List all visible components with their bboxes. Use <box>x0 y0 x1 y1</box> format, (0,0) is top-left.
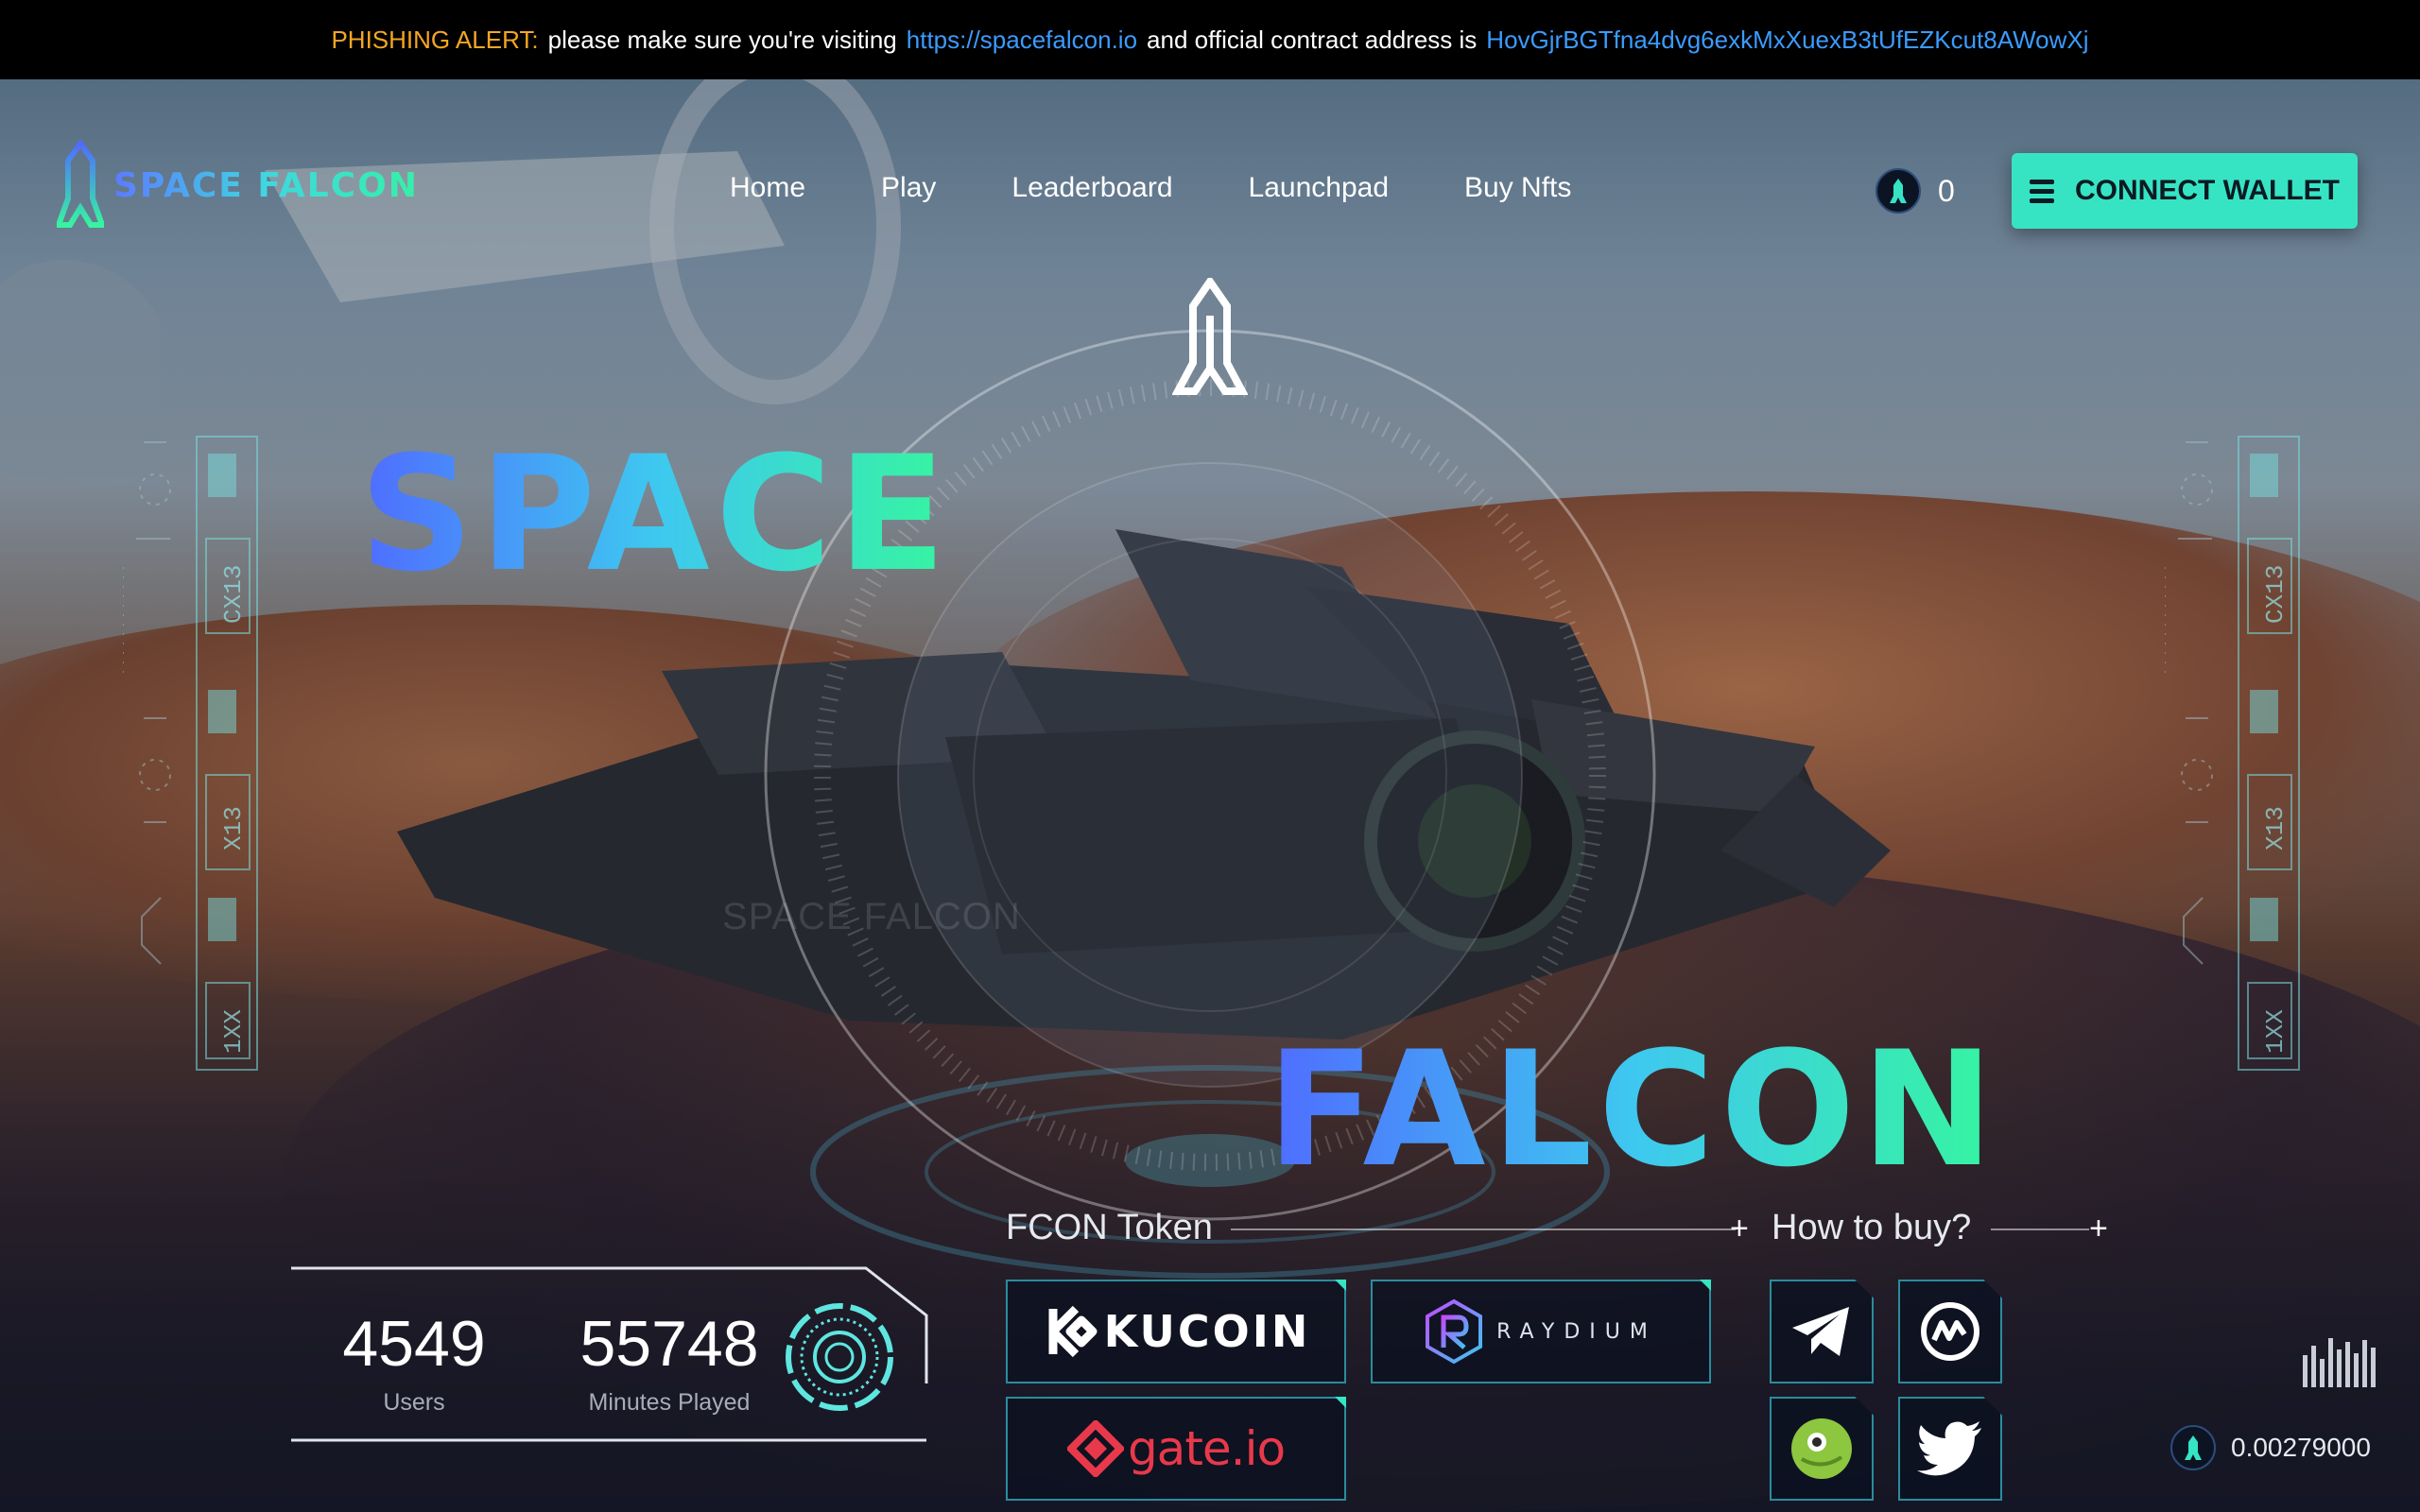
token-balance-value: 0 <box>1938 173 1955 208</box>
hud-label-1xx: 1XX <box>2261 1009 2290 1054</box>
hero-title-falcon: FALCON <box>1267 1017 2000 1202</box>
raydium-label: RAYDIUM <box>1496 1319 1657 1344</box>
plus-icon: + <box>1730 1211 1749 1246</box>
minutes-played-count: 55748 <box>579 1308 759 1380</box>
logo-text: SPACE FALCON <box>113 165 419 205</box>
kucoin-label: KUCOIN <box>1103 1306 1311 1357</box>
connect-wallet-label: CONNECT WALLET <box>2075 175 2340 206</box>
gateio-exchange-button[interactable]: gate.io <box>1006 1397 1346 1501</box>
coingecko-button[interactable] <box>1770 1397 1874 1501</box>
site-logo[interactable]: SPACE FALCON <box>57 140 419 231</box>
wallet-icon <box>2030 179 2054 203</box>
hud-side-panel-right: CX13 X13 1XX <box>2165 436 2300 1071</box>
official-site-link[interactable]: https://spacefalcon.io <box>907 26 1137 55</box>
raydium-exchange-button[interactable]: RAYDIUM <box>1371 1280 1711 1383</box>
fcon-price-value: 0.00279000 <box>2231 1433 2371 1462</box>
alert-text: and official contract address is <box>1147 25 1478 54</box>
hud-label-1xx: 1XX <box>219 1009 248 1054</box>
twitter-button[interactable] <box>1898 1397 2002 1501</box>
alert-label: PHISHING ALERT: <box>331 25 539 54</box>
users-label: Users <box>383 1389 445 1416</box>
hud-side-panel-left: CX13 X13 1XX <box>123 436 258 1071</box>
twitter-icon <box>1917 1421 1981 1476</box>
raydium-logo-icon <box>1426 1298 1483 1365</box>
hud-watermark: SPACE FALCON <box>722 896 1021 937</box>
fcon-price: 0.00279000 <box>2170 1425 2371 1470</box>
falcon-logo-icon <box>57 140 104 228</box>
coinmarketcap-icon <box>1921 1302 1979 1361</box>
token-balance: 0 <box>1876 168 1955 214</box>
nav-play[interactable]: Play <box>881 172 936 204</box>
stats-panel: 4549 Users 55748 Minutes Played <box>291 1266 934 1442</box>
nav-launchpad[interactable]: Launchpad <box>1249 172 1389 204</box>
connect-wallet-button[interactable]: CONNECT WALLET <box>2012 153 2358 229</box>
main-nav: Home Play Leaderboard Launchpad Buy Nfts <box>730 172 1571 204</box>
alert-text: please make sure you're visiting <box>547 25 897 54</box>
kucoin-exchange-button[interactable]: KUCOIN <box>1006 1280 1346 1383</box>
hud-label-x13: X13 <box>219 806 248 850</box>
coinmarketcap-button[interactable] <box>1898 1280 2002 1383</box>
nav-leaderboard[interactable]: Leaderboard <box>1011 172 1172 204</box>
gateio-logo-icon <box>1066 1420 1124 1477</box>
nav-home[interactable]: Home <box>730 172 805 204</box>
fcon-coin-icon <box>2170 1425 2216 1470</box>
hero-title-space: SPACE <box>359 421 952 607</box>
hud-label-cx13: CX13 <box>2261 565 2290 624</box>
fcon-token-title: FCON Token <box>1006 1208 1213 1247</box>
kucoin-logo-icon <box>1048 1305 1098 1358</box>
fcon-coin-icon <box>1876 168 1921 214</box>
gateio-label: gate.io <box>1127 1421 1286 1476</box>
how-to-buy-title[interactable]: How to buy? <box>1772 1208 1971 1248</box>
nav-buy-nfts[interactable]: Buy Nfts <box>1464 172 1571 204</box>
stat-users: 4549 Users <box>338 1310 490 1417</box>
telegram-button[interactable] <box>1770 1280 1874 1383</box>
telegram-icon <box>1792 1307 1849 1356</box>
section-divider <box>1991 1228 2089 1230</box>
section-divider <box>1231 1228 1736 1230</box>
hud-label-cx13: CX13 <box>219 565 248 624</box>
minutes-played-label: Minutes Played <box>588 1389 751 1416</box>
coingecko-icon <box>1791 1418 1852 1479</box>
page: SPACE FALCON CX13 X13 1XX CX13 X13 1XX P… <box>0 0 2420 1512</box>
contract-address-link[interactable]: HovGjrBGTfna4dvg6exkMxXuexB3tUfEZKcut8AW… <box>1486 26 2088 55</box>
falcon-emblem-icon <box>1171 274 1249 415</box>
sound-toggle-icon[interactable] <box>2303 1334 2376 1387</box>
stat-minutes-played: 55748 Minutes Played <box>546 1310 792 1417</box>
hud-label-x13: X13 <box>2261 806 2290 850</box>
users-count: 4549 <box>342 1308 486 1380</box>
plus-icon: + <box>2089 1211 2108 1246</box>
phishing-alert-bar: PHISHING ALERT: please make sure you're … <box>0 0 2420 79</box>
radar-gauge-icon <box>786 1303 893 1411</box>
